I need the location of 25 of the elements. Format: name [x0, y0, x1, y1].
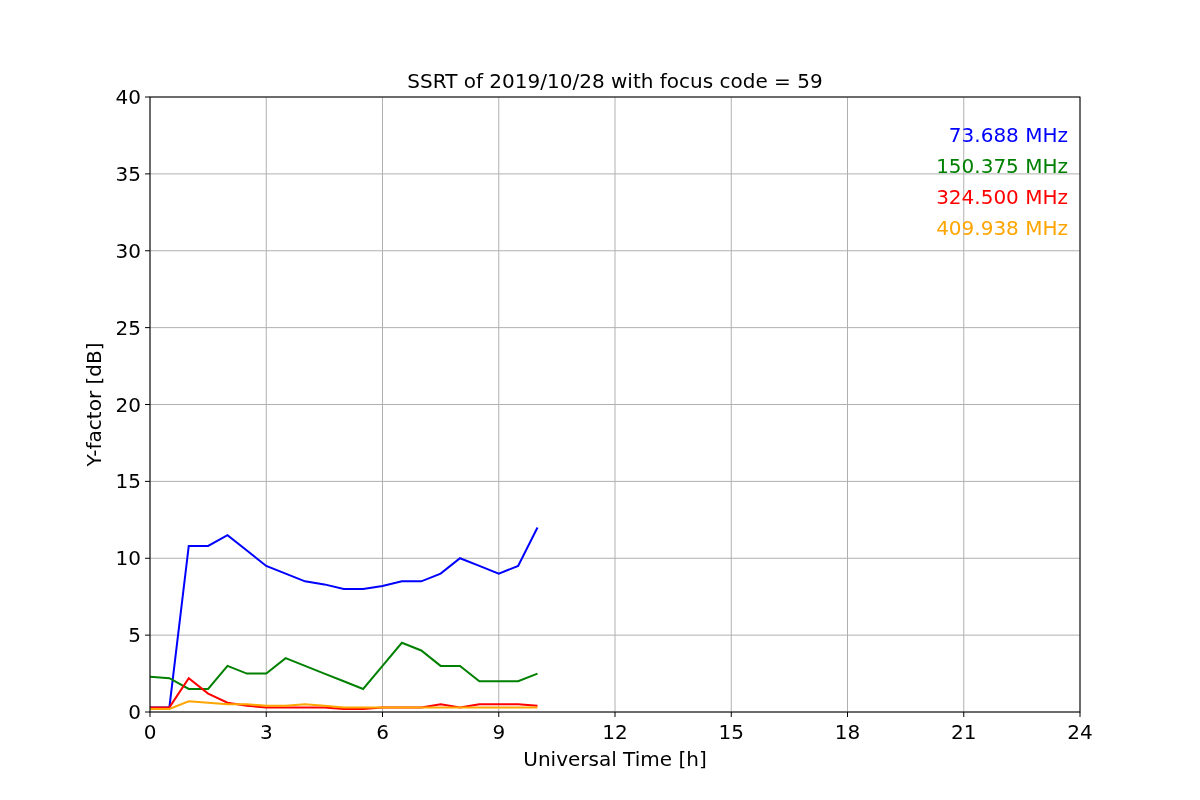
y-tick-label: 20 — [115, 392, 141, 417]
x-tick-label: 6 — [376, 720, 389, 744]
y-tick-label: 35 — [115, 161, 141, 186]
chart-title: SSRT of 2019/10/28 with focus code = 59 — [407, 69, 823, 93]
legend-label: 324.500 MHz — [936, 185, 1068, 209]
y-tick-label: 15 — [115, 469, 141, 494]
y-tick-label: 30 — [115, 238, 141, 263]
legend-label: 73.688 MHz — [948, 123, 1068, 147]
x-tick-label: 21 — [951, 720, 977, 744]
x-tick-label: 9 — [492, 720, 506, 744]
legend-label: 409.938 MHz — [936, 216, 1068, 240]
y-tick-label: 0 — [128, 700, 141, 724]
y-tick-label: 5 — [128, 623, 141, 648]
x-tick-label: 24 — [1067, 720, 1093, 744]
y-axis-label: Y-factor [dB] — [82, 342, 106, 467]
y-tick-label: 25 — [115, 315, 141, 340]
legend-label: 150.375 MHz — [936, 154, 1068, 178]
x-tick-label: 3 — [259, 720, 273, 744]
x-axis-label: Universal Time [h] — [523, 747, 707, 771]
x-tick-label: 0 — [143, 720, 157, 744]
x-tick-label: 12 — [602, 720, 628, 744]
x-tick-label: 18 — [834, 720, 861, 744]
y-tick-label: 40 — [115, 85, 141, 109]
x-tick-label: 15 — [718, 720, 744, 744]
y-tick-label: 10 — [115, 546, 141, 571]
